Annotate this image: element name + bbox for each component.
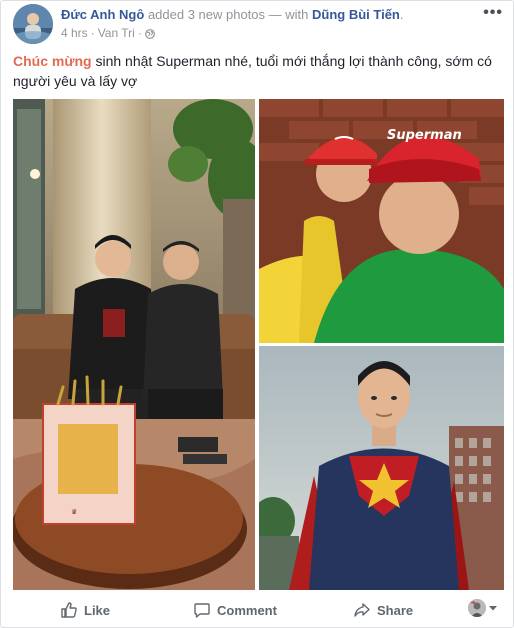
photo-selfie[interactable]: Superman (259, 99, 504, 343)
comment-button[interactable]: Comment (193, 601, 277, 619)
svg-text:♛: ♛ (71, 508, 77, 516)
location-link[interactable]: Van Tri (98, 26, 135, 40)
thumbs-up-icon (60, 601, 78, 619)
author-avatar[interactable] (13, 4, 53, 44)
globe-icon[interactable] (144, 28, 155, 39)
like-button[interactable]: Like (60, 601, 110, 619)
cap-text: Superman (387, 128, 462, 143)
photo-superman-suit[interactable] (259, 346, 504, 590)
tagged-suffix: . (399, 7, 404, 22)
speech-bubble-icon (193, 601, 211, 619)
mini-avatar (468, 599, 486, 617)
like-label: Like (84, 602, 111, 618)
author-name-link[interactable]: Đức Anh Ngô (61, 7, 144, 22)
post-header-line: Đức Anh Ngô added 3 new photos — with Dũ… (61, 7, 404, 23)
post-meta: 4 hrs · Van Tri · (61, 26, 155, 40)
post-caption: Chúc mừng sinh nhật Superman nhé, tuổi m… (13, 51, 505, 91)
share-button[interactable]: Share (353, 601, 413, 619)
privacy-separator: · (137, 26, 142, 40)
post-action-bar: Like Comment Share (13, 595, 505, 625)
tagged-person-link[interactable]: Dũng Bùi Tiến (312, 7, 400, 22)
meta-separator: · (90, 26, 95, 40)
share-label: Share (377, 602, 414, 618)
caret-down-icon (489, 599, 497, 617)
post-timestamp-link[interactable]: 4 hrs (61, 26, 88, 40)
comment-label: Comment (217, 602, 277, 618)
share-arrow-icon (353, 601, 371, 619)
feed-post: Đức Anh Ngô added 3 new photos — with Dũ… (0, 0, 514, 628)
photo-hotel-lobby[interactable]: ♛ (13, 99, 255, 590)
post-options-button[interactable]: ••• (483, 4, 503, 22)
post-as-selector[interactable] (468, 599, 497, 617)
post-action-text: added 3 new photos — with (144, 7, 312, 22)
caption-highlight: Chúc mừng (13, 53, 92, 69)
